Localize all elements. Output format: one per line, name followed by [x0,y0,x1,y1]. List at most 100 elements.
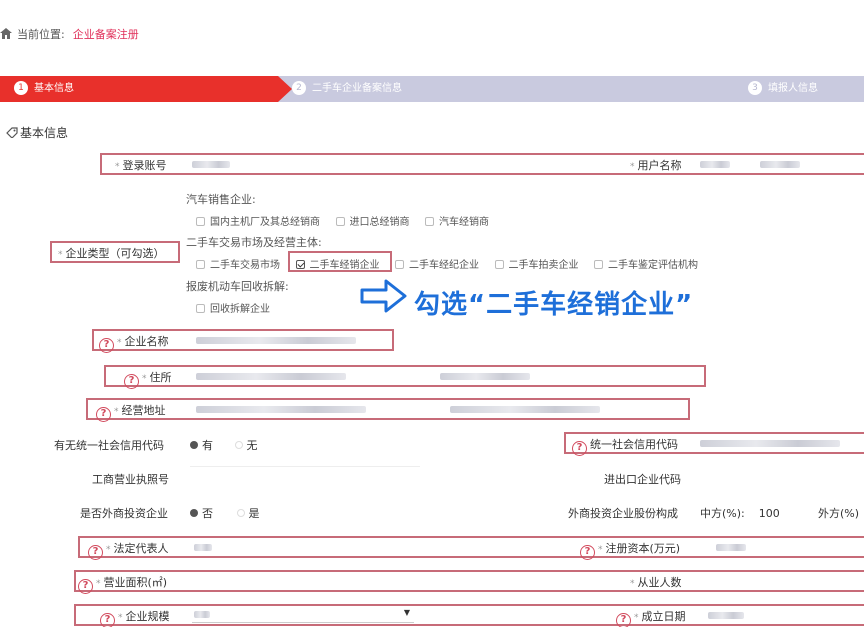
help-icon[interactable]: ? [99,338,114,353]
registered-capital-text: 注册资本(万元) [605,542,681,555]
option-used-car-appraisal[interactable]: 二手车鉴定评估机构 [594,260,698,271]
option-recycling[interactable]: 回收拆解企业 [196,304,270,315]
options-auto-sales: 国内主机厂及其总经销商 进口总经销商 汽车经销商 [196,213,501,228]
radio-no[interactable]: 否 [190,507,213,520]
step-number: 2 [292,81,306,95]
option-oem[interactable]: 国内主机厂及其总经销商 [196,217,320,228]
option-import-distributor[interactable]: 进口总经销商 [335,217,410,228]
has-credit-code-label: 有无统一社会信用代码 [54,439,164,452]
residence-field-extra [440,373,530,380]
required-mark: * [142,374,147,384]
foreign-share-partner-label: 外方(%) [818,507,860,520]
registered-capital-field[interactable] [716,544,746,551]
checkbox[interactable] [335,217,345,226]
required-mark: * [630,579,635,589]
user-name-label: * 用户名称 [630,157,682,173]
required-mark: * [115,162,120,172]
checkbox[interactable] [494,260,504,269]
breadcrumb-current[interactable]: 企业备案注册 [73,28,139,41]
required-mark: * [58,250,63,260]
established-date-label: ? * 成立日期 [616,608,686,627]
help-icon[interactable]: ? [572,441,587,456]
required-mark: * [634,613,639,623]
legal-rep-text: 法定代表人 [113,542,169,555]
checkbox[interactable] [594,260,603,269]
radio-yes[interactable]: 是 [236,507,260,520]
checkbox-checked[interactable] [295,260,305,269]
checkbox[interactable] [395,260,404,269]
business-address-label: ? * 经营地址 [96,402,166,422]
help-icon[interactable]: ? [78,579,93,594]
checkbox[interactable] [196,217,205,226]
radio-dot[interactable] [236,509,245,517]
checkbox[interactable] [425,217,434,226]
home-icon [0,28,12,39]
radio-dot[interactable] [190,509,198,517]
step-progress: 1 基本信息 2 二手车企业备案信息 3 填报人信息 [0,76,864,102]
radio-label: 是 [248,507,260,520]
option-auto-dealer[interactable]: 汽车经销商 [425,217,489,228]
foreign-share-label: 外商投资企业股份构成 [568,507,678,520]
radio-dot[interactable] [190,441,198,449]
foreign-investment-label: 是否外商投资企业 [80,507,168,520]
help-icon[interactable]: ? [616,613,631,627]
enterprise-scale-select[interactable]: ▼ [192,606,414,623]
radio-yes[interactable]: 有 [190,439,213,452]
breadcrumb-prefix: 当前位置: [17,28,65,41]
user-name-field-extra [760,161,800,168]
options-scrap: 回收拆解企业 [196,300,282,315]
option-label: 汽车经销商 [439,217,489,228]
chevron-down-icon[interactable]: ▼ [404,608,410,617]
residence-text: 住所 [149,371,172,384]
employees-label: * 从业人数 [630,574,682,590]
option-used-car-market[interactable]: 二手车交易市场 [196,260,280,271]
business-license-label: 工商营业执照号 [92,473,169,486]
china-share-value[interactable]: 100 [759,507,780,520]
business-address-field[interactable] [196,406,366,413]
help-icon[interactable]: ? [124,374,139,389]
login-account-field[interactable] [192,161,230,168]
option-label: 二手车交易市场 [210,260,280,271]
step-number: 1 [14,81,28,95]
callout-text: 勾选“二手车经销企业” [414,290,694,320]
enterprise-name-text: 企业名称 [124,335,169,348]
enterprise-name-field[interactable] [196,337,356,344]
step-filer-info[interactable]: 3 填报人信息 [734,76,864,102]
help-icon[interactable]: ? [88,545,103,560]
option-used-car-broker[interactable]: 二手车经纪企业 [395,260,479,271]
option-used-car-dealer[interactable]: 二手车经销企业 [295,260,380,271]
step-label: 填报人信息 [768,83,818,94]
step-basic-info[interactable]: 1 基本信息 [0,76,298,102]
help-icon[interactable]: ? [96,407,111,422]
business-license-field[interactable] [190,466,420,467]
enterprise-name-label: ? * 企业名称 [99,333,169,353]
required-mark: * [117,338,122,348]
option-label: 回收拆解企业 [210,304,270,315]
option-used-car-auction[interactable]: 二手车拍卖企业 [494,260,579,271]
login-account-text: 登录账号 [122,159,167,172]
radio-label: 有 [202,439,213,452]
business-area-text: 营业面积(㎡) [103,576,168,589]
credit-code-label: ? 统一社会信用代码 [572,436,678,456]
checkbox[interactable] [196,260,205,269]
required-mark: * [118,613,123,623]
user-name-text: 用户名称 [637,159,682,172]
credit-code-field[interactable] [700,440,840,447]
radio-label: 无 [246,439,258,452]
legal-rep-field[interactable] [194,544,212,551]
established-date-field[interactable] [708,612,744,619]
credit-code-text: 统一社会信用代码 [590,438,678,451]
user-name-field[interactable] [700,161,730,168]
group-title-auto-sales: 汽车销售企业: [186,193,256,206]
step-number: 3 [748,81,762,95]
business-address-text: 经营地址 [121,404,166,417]
required-mark: * [106,545,111,555]
step-used-car-info[interactable]: 2 二手车企业备案信息 [278,76,756,102]
help-icon[interactable]: ? [580,545,595,560]
checkbox[interactable] [196,304,205,313]
help-icon[interactable]: ? [100,613,115,627]
residence-field[interactable] [196,373,346,380]
radio-dot[interactable] [234,441,243,449]
enterprise-type-label: * 企业类型（可勾选） [58,245,165,261]
radio-no[interactable]: 无 [234,439,258,452]
